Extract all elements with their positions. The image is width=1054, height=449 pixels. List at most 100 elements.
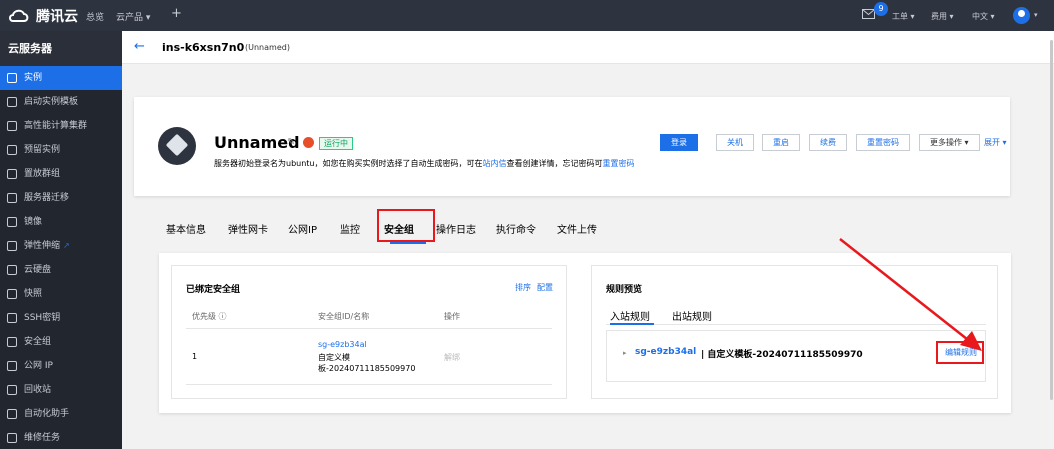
sidebar-item-security-group[interactable]: 安全组 [0, 330, 122, 354]
external-link-icon: ↗ [63, 241, 70, 250]
renew-button[interactable]: 续费 [809, 134, 847, 151]
column-sg-id: 安全组ID/名称 [318, 312, 370, 321]
edit-icon[interactable]: ✎ [287, 137, 295, 148]
tab-operation-log[interactable]: 操作日志 [436, 221, 476, 236]
sidebar-item-label: 安全组 [24, 337, 52, 347]
sidebar-item-label: 高性能计算集群 [24, 121, 88, 131]
tab-file-upload[interactable]: 文件上传 [557, 221, 597, 236]
sidebar-item-label: 公网 IP [24, 361, 53, 371]
disk-icon [7, 265, 17, 275]
sidebar-item-automation[interactable]: 自动化助手 [0, 402, 122, 426]
status-badge: 运行中 [319, 137, 353, 150]
scrollbar[interactable] [1050, 40, 1053, 400]
expand-toggle[interactable]: 展开 ▾ [984, 137, 1007, 148]
expand-triangle-icon[interactable]: ▸ [623, 349, 627, 357]
menu-billing[interactable]: 费用 ▾ [931, 11, 954, 22]
sidebar-item-snapshot[interactable]: 快照 [0, 282, 122, 306]
tab-outbound-rules[interactable]: 出站规则 [672, 308, 712, 323]
template-icon [7, 97, 17, 107]
sidebar-item-launch-template[interactable]: 启动实例模板 [0, 90, 122, 114]
mail-icon[interactable] [862, 9, 875, 19]
column-priority: 优先级 ⓘ [192, 312, 227, 321]
sidebar-item-label: 快照 [24, 289, 43, 299]
sidebar-item-cloud-disk[interactable]: 云硬盘 [0, 258, 122, 282]
add-icon[interactable]: + [171, 6, 182, 21]
preview-title: 规则预览 [606, 285, 643, 295]
cube-icon [7, 73, 17, 83]
restart-button[interactable]: 重启 [762, 134, 800, 151]
sidebar-item-reserved[interactable]: 预留实例 [0, 138, 122, 162]
sidebar-item-label: 自动化助手 [24, 409, 70, 419]
table-divider [186, 384, 552, 385]
instance-summary-card: Unnamed ✎ 运行中 服务器初始登录名为ubuntu，如您在购买实例时选择… [134, 97, 1010, 196]
scaling-icon [7, 241, 17, 251]
table-divider [186, 328, 552, 329]
sidebar-item-recycle-bin[interactable]: 回收站 [0, 378, 122, 402]
avatar[interactable] [1013, 7, 1030, 24]
active-tab-indicator [390, 242, 426, 244]
sidebar: 云服务器 实例 启动实例模板 高性能计算集群 预留实例 置放群组 服务器迁移 镜… [0, 31, 122, 449]
desc-text: 查看创建详情，忘记密码可 [506, 159, 603, 168]
sidebar-item-hpc-cluster[interactable]: 高性能计算集群 [0, 114, 122, 138]
inbox-link[interactable]: 站内信 [483, 159, 507, 168]
sidebar-item-label: 置放群组 [24, 169, 61, 179]
configure-link[interactable]: 配置 [537, 282, 553, 293]
back-arrow-icon[interactable]: ← [134, 39, 145, 54]
tab-eni[interactable]: 弹性网卡 [228, 221, 268, 236]
column-actions: 操作 [444, 312, 460, 321]
menu-ticket[interactable]: 工单 ▾ [892, 11, 915, 22]
page-title: ins-k6xsn7n0 [162, 41, 245, 54]
sidebar-item-label: 服务器迁移 [24, 193, 70, 203]
image-icon [7, 217, 17, 227]
tab-public-ip[interactable]: 公网IP [288, 221, 317, 236]
tab-monitoring[interactable]: 监控 [340, 221, 360, 236]
recycle-icon [7, 385, 17, 395]
sidebar-item-images[interactable]: 镜像 [0, 210, 122, 234]
nav-products[interactable]: 云产品 ▾ [116, 10, 150, 23]
highlight-box-tab [377, 209, 435, 242]
sort-link[interactable]: 排序 [515, 282, 531, 293]
top-bar: 腾讯云 总览 云产品 ▾ + 9 工单 ▾ 费用 ▾ 中文 ▾ ▾ [0, 0, 1054, 31]
cluster-icon [7, 121, 17, 131]
priority-cell: 1 [192, 352, 198, 361]
sidebar-item-label: 实例 [24, 73, 43, 83]
tab-inbound-rules[interactable]: 入站规则 [610, 308, 650, 323]
migrate-icon [7, 193, 17, 203]
sidebar-item-ssh-key[interactable]: SSH密钥 [0, 306, 122, 330]
reset-password-button[interactable]: 重置密码 [856, 134, 910, 151]
robot-icon [7, 409, 17, 419]
reset-password-link[interactable]: 重置密码 [603, 159, 635, 168]
sidebar-item-auto-scaling[interactable]: 弹性伸缩 ↗ [0, 234, 122, 258]
sidebar-item-instances[interactable]: 实例 [0, 66, 122, 90]
more-actions-button[interactable]: 更多操作 ▾ [919, 134, 980, 151]
shutdown-button[interactable]: 关机 [716, 134, 754, 151]
instance-description: 服务器初始登录名为ubuntu，如您在购买实例时选择了自动生成密码，可在站内信查… [214, 158, 635, 169]
main-content: ← ins-k6xsn7n0 (Unnamed) Unnamed ✎ 运行中 服… [122, 31, 1054, 449]
sidebar-title: 云服务器 [0, 31, 122, 66]
sidebar-item-migration[interactable]: 服务器迁移 [0, 186, 122, 210]
chevron-down-icon[interactable]: ▾ [1034, 11, 1038, 19]
sidebar-item-maintenance[interactable]: 维修任务 [0, 426, 122, 449]
desc-text: 服务器初始登录名为ubuntu，如您在购买实例时选择了自动生成密码，可在 [214, 159, 483, 168]
tencent-cloud-logo[interactable]: 腾讯云 [8, 6, 78, 26]
instance-cube-icon [158, 127, 196, 165]
tab-basic-info[interactable]: 基本信息 [166, 221, 206, 236]
sg-id-link[interactable]: sg-e9zb34al [318, 340, 367, 349]
active-tab-indicator [610, 323, 654, 325]
bound-title: 已绑定安全组 [186, 285, 241, 295]
unbind-link[interactable]: 解绑 [444, 352, 460, 363]
tab-run-command[interactable]: 执行命令 [496, 221, 536, 236]
menu-language[interactable]: 中文 ▾ [972, 11, 995, 22]
key-icon [7, 313, 17, 323]
sidebar-item-public-ip[interactable]: 公网 IP [0, 354, 122, 378]
ubuntu-icon [303, 137, 314, 148]
nav-overview[interactable]: 总览 [86, 10, 104, 23]
sidebar-item-placement-group[interactable]: 置放群组 [0, 162, 122, 186]
reserve-icon [7, 145, 17, 155]
sidebar-item-label: 预留实例 [24, 145, 61, 155]
shield-icon [7, 337, 17, 347]
wrench-icon [7, 433, 17, 443]
login-button[interactable]: 登录 [660, 134, 698, 151]
ip-icon [7, 361, 17, 371]
rule-sg-id-link[interactable]: sg-e9zb34al [635, 347, 696, 357]
